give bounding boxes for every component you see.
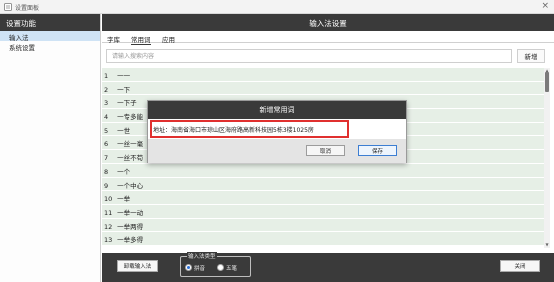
radio-unselected-icon[interactable] bbox=[217, 264, 224, 271]
add-word-dialog: 新增常用词 取消 保存 bbox=[147, 100, 407, 163]
list-item[interactable]: 1 一一 bbox=[102, 68, 544, 82]
tab-font-library[interactable]: 字库 bbox=[107, 34, 120, 44]
search-input[interactable] bbox=[106, 49, 512, 63]
save-button[interactable]: 保存 bbox=[358, 145, 397, 156]
dialog-footer: 取消 保存 bbox=[148, 139, 406, 163]
row-word: 一下子 bbox=[117, 99, 137, 108]
row-word: 一个中心 bbox=[117, 181, 144, 190]
cancel-button[interactable]: 取消 bbox=[306, 145, 345, 156]
list-item[interactable]: 11 一举一动 bbox=[102, 204, 544, 219]
uninstall-ime-button[interactable]: 卸载输入法 bbox=[117, 260, 158, 272]
ime-type-group: 输入法类型 拼音 五笔 bbox=[180, 252, 251, 277]
list-item[interactable]: 13 一举多得 bbox=[102, 232, 544, 246]
row-number: 8 bbox=[104, 167, 109, 176]
list-item[interactable]: 10 一举 bbox=[102, 191, 544, 205]
row-word: 一举多得 bbox=[117, 236, 144, 245]
row-number: 9 bbox=[104, 181, 109, 190]
sidebar-item-input-method[interactable]: 输入法 bbox=[0, 31, 100, 42]
row-word: 一丝不苟 bbox=[117, 154, 144, 163]
footer-bar bbox=[102, 253, 554, 282]
row-word: 一一 bbox=[117, 72, 131, 80]
row-number: 13 bbox=[104, 236, 113, 245]
row-word: 一个 bbox=[117, 167, 131, 176]
scroll-down-arrow-icon[interactable]: ▼ bbox=[544, 242, 550, 248]
scroll-thumb[interactable] bbox=[545, 72, 549, 92]
sidebar-item-system-settings[interactable]: 系统设置 bbox=[0, 41, 100, 52]
row-word: 一举一动 bbox=[117, 208, 144, 217]
row-number: 2 bbox=[104, 85, 109, 94]
word-input-field[interactable] bbox=[150, 120, 349, 138]
row-number: 6 bbox=[104, 140, 109, 149]
row-word: 一丝一毫 bbox=[117, 140, 144, 149]
row-number: 5 bbox=[104, 126, 109, 135]
sidebar: 设置功能 输入法 系统设置 bbox=[0, 14, 101, 282]
row-number: 10 bbox=[104, 195, 113, 204]
radio-pinyin-label: 拼音 bbox=[194, 266, 206, 272]
close-button[interactable]: 关闭 bbox=[500, 260, 540, 272]
settings-panel-icon bbox=[4, 3, 12, 11]
row-word: 一举 bbox=[117, 195, 131, 204]
radio-selected-icon[interactable] bbox=[185, 264, 192, 271]
row-number: 1 bbox=[104, 72, 109, 80]
row-word: 一专多能 bbox=[117, 113, 144, 122]
list-item[interactable]: 12 一举两得 bbox=[102, 218, 544, 233]
window-titlebar: 设置面板 × bbox=[0, 0, 554, 14]
row-number: 4 bbox=[104, 113, 109, 122]
tab-applications[interactable]: 应用 bbox=[162, 34, 175, 44]
row-word: 一世 bbox=[117, 126, 131, 135]
add-word-button[interactable]: 新增 bbox=[517, 49, 545, 63]
tab-bar: 字库 常用词 应用 bbox=[102, 33, 554, 45]
row-word: 一下 bbox=[117, 85, 131, 94]
row-number: 11 bbox=[104, 208, 113, 217]
ime-type-label: 输入法类型 bbox=[187, 252, 217, 260]
row-number: 7 bbox=[104, 154, 109, 163]
list-scrollbar[interactable]: ▲ ▼ bbox=[544, 68, 550, 248]
list-item[interactable]: 2 一下 bbox=[102, 81, 544, 96]
dialog-title: 新增常用词 bbox=[148, 101, 406, 119]
radio-wubi-label: 五笔 bbox=[226, 266, 238, 272]
page-title: 输入法设置 bbox=[102, 14, 554, 31]
row-number: 3 bbox=[104, 99, 109, 108]
close-icon[interactable]: × bbox=[541, 1, 549, 11]
list-item[interactable]: 9 一个中心 bbox=[102, 177, 544, 192]
window-title: 设置面板 bbox=[15, 5, 40, 12]
row-number: 12 bbox=[104, 222, 113, 231]
list-item[interactable]: 8 一个 bbox=[102, 163, 544, 178]
tab-common-words[interactable]: 常用词 bbox=[131, 34, 151, 45]
sidebar-header: 设置功能 bbox=[0, 14, 100, 31]
row-word: 一举两得 bbox=[117, 222, 144, 231]
